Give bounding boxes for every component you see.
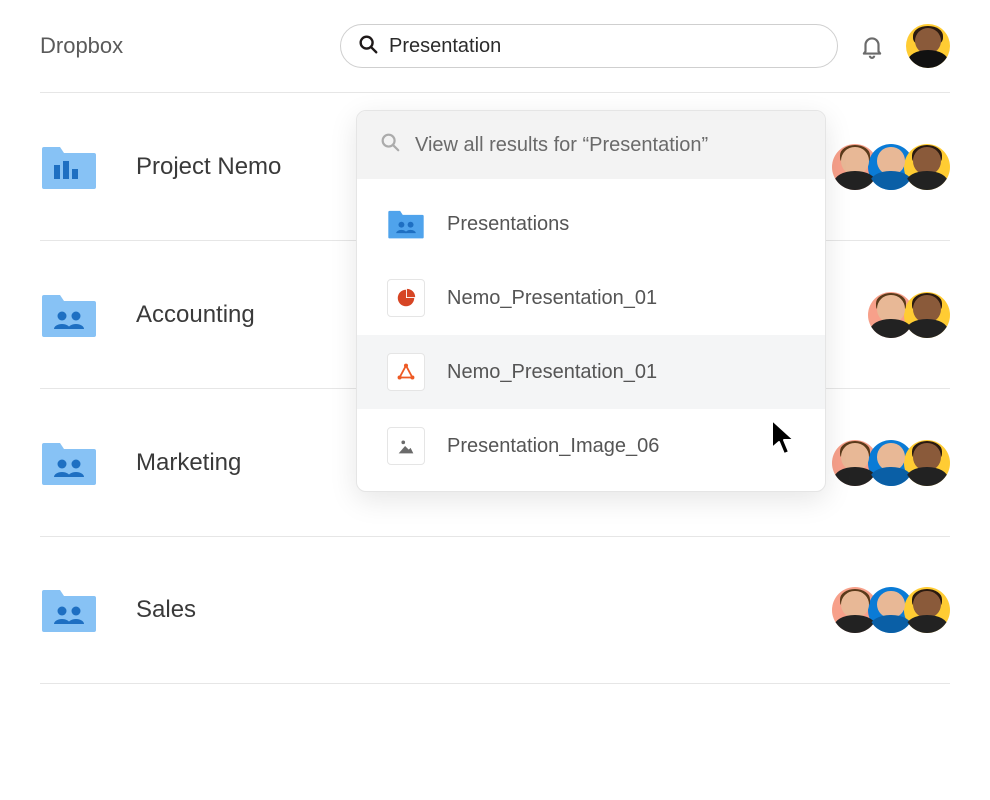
avatar <box>904 587 950 633</box>
result-label: Presentation_Image_06 <box>447 435 659 458</box>
folder-icon <box>40 439 104 487</box>
search-result-item[interactable]: Presentations <box>357 187 825 261</box>
search-result-item[interactable]: Nemo_Presentation_01 <box>357 261 825 335</box>
search-bar[interactable] <box>340 24 838 68</box>
folder-icon <box>40 586 104 634</box>
search-icon <box>379 131 401 159</box>
avatar <box>904 440 950 486</box>
search-input[interactable] <box>389 35 821 58</box>
folder-shared-icon <box>387 205 425 243</box>
result-label: Nemo_Presentation_01 <box>447 361 657 384</box>
pdf-icon <box>387 353 425 391</box>
search-result-item[interactable]: Nemo_Presentation_01 <box>357 335 825 409</box>
avatar <box>904 292 950 338</box>
brand-name: Dropbox <box>40 33 320 59</box>
folder-name: Sales <box>136 596 832 624</box>
result-label: Presentations <box>447 213 569 236</box>
search-result-item[interactable]: Presentation_Image_06 <box>357 409 825 483</box>
collaborators[interactable] <box>832 144 950 190</box>
avatar <box>904 144 950 190</box>
header: Dropbox <box>0 0 990 92</box>
folder-row[interactable]: Sales <box>40 536 950 684</box>
notifications-icon[interactable] <box>854 28 890 64</box>
image-icon <box>387 427 425 465</box>
view-all-label: View all results for “Presentation” <box>415 134 708 157</box>
powerpoint-icon <box>387 279 425 317</box>
collaborators[interactable] <box>832 587 950 633</box>
search-results-list: Presentations Nemo_Presentation_01 Nemo_… <box>357 179 825 491</box>
collaborators[interactable] <box>868 292 950 338</box>
search-results-dropdown: View all results for “Presentation” Pres… <box>356 110 826 492</box>
search-icon <box>357 33 379 60</box>
search-wrap <box>340 24 950 68</box>
view-all-results[interactable]: View all results for “Presentation” <box>357 111 825 179</box>
result-label: Nemo_Presentation_01 <box>447 287 657 310</box>
folder-icon <box>40 143 104 191</box>
collaborators[interactable] <box>832 440 950 486</box>
user-avatar[interactable] <box>906 24 950 68</box>
folder-icon <box>40 291 104 339</box>
